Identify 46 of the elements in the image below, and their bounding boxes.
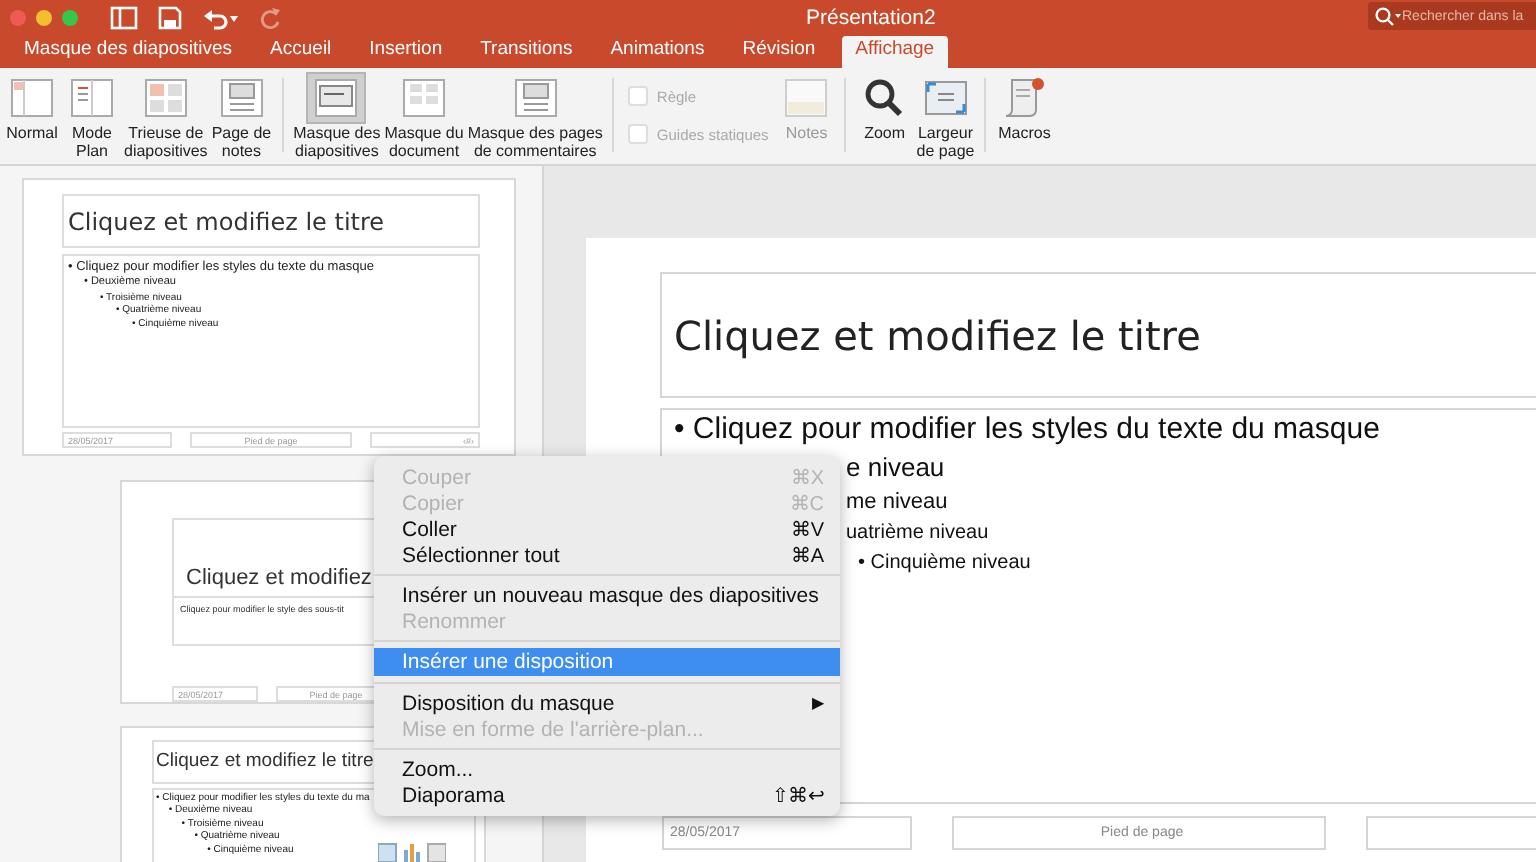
ribbon-button[interactable]: Normal bbox=[2, 72, 62, 145]
ribbon-button[interactable]: Trieuse de diapositives bbox=[122, 72, 210, 162]
thumbnail-title: Cliquez et modifiez bbox=[186, 565, 372, 590]
minimize-button[interactable] bbox=[36, 9, 52, 25]
thumbnail-title: Cliquez et modifiez le titre bbox=[68, 207, 385, 235]
ribbon-button[interactable]: Macros bbox=[994, 72, 1055, 145]
ribbon-button[interactable]: Masque des pages de commentaires bbox=[465, 72, 605, 162]
ribbon-tab[interactable]: Transitions bbox=[468, 36, 585, 68]
thumbnail-title: Cliquez et modifiez le titre bbox=[156, 750, 374, 773]
save-icon[interactable] bbox=[158, 5, 182, 29]
slide-bullet-text: e niveau bbox=[846, 450, 945, 486]
ribbon-button[interactable]: Zoom bbox=[854, 72, 915, 145]
menu-item-label: Coller bbox=[402, 517, 459, 541]
redo-icon[interactable] bbox=[258, 5, 282, 29]
ribbon-button[interactable]: Largeur de page bbox=[914, 72, 977, 162]
zoom-button[interactable] bbox=[62, 9, 78, 25]
close-button[interactable] bbox=[10, 9, 26, 25]
ribbon-button[interactable]: Masque du document bbox=[382, 72, 466, 162]
ribbon-tab[interactable]: Révision bbox=[730, 36, 828, 68]
menu-item-label: Copier bbox=[402, 491, 466, 515]
submenu-arrow: ▶ bbox=[812, 694, 824, 712]
ribbon-button[interactable]: Mode Plan bbox=[62, 72, 122, 162]
search-icon bbox=[1374, 6, 1402, 26]
ribbon-tab[interactable]: Animations bbox=[598, 36, 717, 68]
window-title: Présentation2 bbox=[806, 6, 936, 30]
slide-title: Cliquez et modifiez le titre bbox=[674, 311, 1201, 359]
slide-bullet-text: • Cliquez pour modifier les styles du texte du masque bbox=[674, 410, 1380, 450]
ribbon-tab[interactable]: Affichage bbox=[841, 36, 949, 68]
undo-icon[interactable] bbox=[202, 5, 238, 29]
slide-bullet-text: me niveau bbox=[846, 488, 948, 518]
keyboard-shortcut: ⌘A bbox=[790, 543, 824, 567]
keyboard-shortcut: ⌘X bbox=[790, 465, 824, 489]
keyboard-shortcut: ⌘V bbox=[790, 517, 824, 541]
menu-item-label: Zoom... bbox=[402, 757, 476, 781]
layout-view-icon bbox=[308, 74, 365, 122]
ribbon-tab[interactable]: Accueil bbox=[258, 36, 344, 68]
keyboard-shortcut: ⌘C bbox=[789, 491, 824, 515]
ribbon-button[interactable]: Page de notes bbox=[209, 72, 274, 162]
sidebar-icon[interactable] bbox=[110, 5, 138, 29]
slide-bullet-text: uatrième niveau bbox=[846, 520, 989, 548]
slide-bullet-text: • Cinquième niveau bbox=[858, 550, 1031, 578]
ribbon-tab[interactable]: Masque des diapositives bbox=[12, 36, 245, 68]
ribbon-tab[interactable]: Insertion bbox=[357, 36, 455, 68]
keyboard-shortcut: ⇧⌘↩ bbox=[772, 783, 824, 807]
content-placeholder-icons-drawing bbox=[377, 841, 446, 862]
ribbon-button[interactable]: Masque des diapositives bbox=[291, 72, 383, 162]
